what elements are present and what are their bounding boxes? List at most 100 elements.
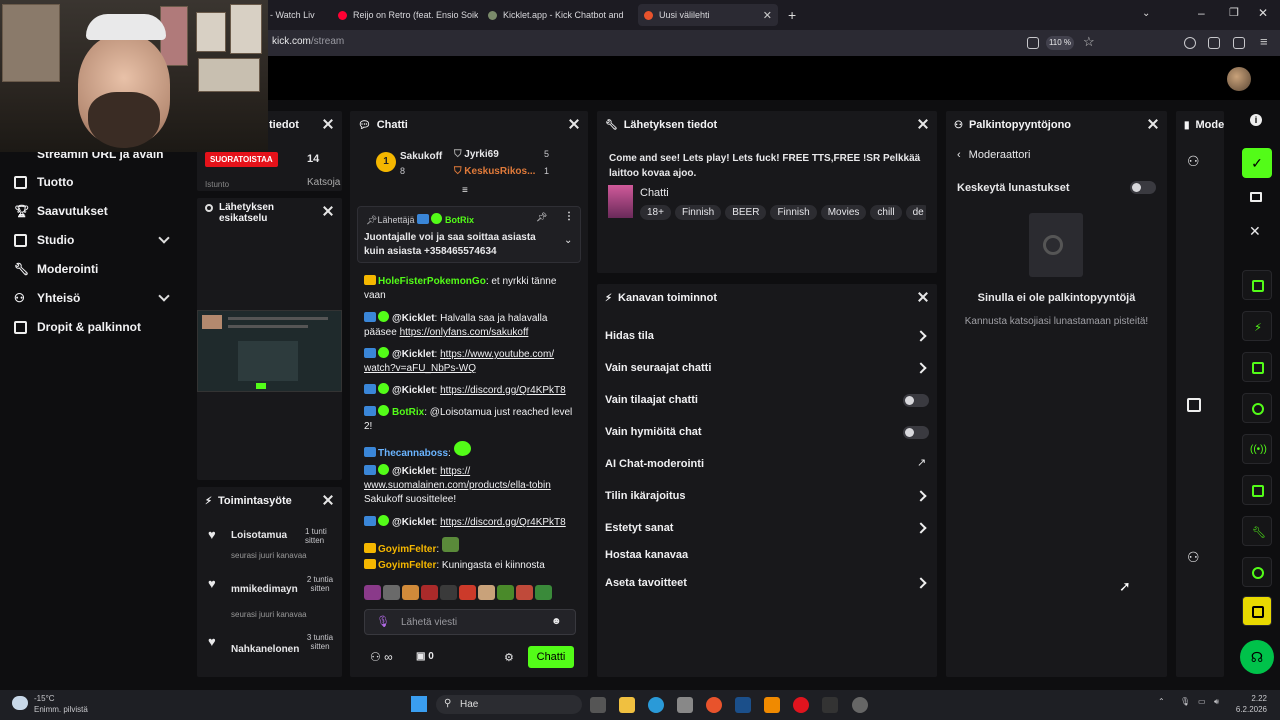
tray-chevron-icon[interactable]: ⌃ <box>1158 697 1165 706</box>
chat-username[interactable]: Thecannaboss <box>378 448 448 459</box>
collapse-icon[interactable]: ≡ <box>462 185 468 196</box>
maximize-icon[interactable]: ❐ <box>1229 6 1239 19</box>
url-field[interactable]: kick.com/stream <box>272 36 344 47</box>
close-icon[interactable] <box>568 118 580 130</box>
emote[interactable] <box>535 585 552 600</box>
network-icon[interactable]: ▭ <box>1198 697 1206 706</box>
sidebar-item-community[interactable]: ⚇ Yhteisö <box>14 288 80 308</box>
terminal-icon[interactable] <box>822 697 838 713</box>
moderation-tools-icon[interactable]: ⚇ ∞ <box>370 650 393 664</box>
rail-button-rewards[interactable] <box>1242 557 1272 587</box>
emoji-icon[interactable]: ☻ <box>551 616 562 627</box>
emote[interactable] <box>459 585 476 600</box>
action-slow-mode[interactable]: Hidas tila <box>605 330 929 342</box>
shield-icon[interactable] <box>1233 37 1245 49</box>
close-window-icon[interactable]: ✕ <box>1258 6 1268 20</box>
file-explorer-icon[interactable] <box>619 697 635 713</box>
close-icon[interactable] <box>917 118 929 130</box>
close-icon[interactable] <box>917 291 929 303</box>
rail-button-broadcast[interactable]: ((•)) <box>1242 434 1272 464</box>
rail-button-wrench[interactable]: 🔧︎ <box>1242 516 1272 546</box>
task-view-icon[interactable] <box>590 697 606 713</box>
sidebar-item-studio[interactable]: Studio <box>14 230 74 250</box>
browser-tab[interactable]: - Watch Liv <box>270 4 326 26</box>
emote[interactable] <box>383 585 400 600</box>
close-tab-icon[interactable]: ✕ <box>763 9 772 22</box>
emote-only-toggle[interactable] <box>903 426 929 439</box>
action-age-restriction[interactable]: Tilin ikärajoitus <box>605 490 686 502</box>
chat-username[interactable]: @Kicklet <box>392 385 435 396</box>
action-ai-moderation[interactable]: AI Chat-moderointi <box>605 458 704 470</box>
microphone-icon[interactable]: 🎙︎ <box>1180 697 1190 706</box>
clock-time[interactable]: 2.22 <box>1237 694 1267 703</box>
gifter-row[interactable]: ⛉ KeskusRikos... <box>454 166 535 177</box>
sidebar-item-drops[interactable]: Dropit & palkinnot <box>14 317 141 337</box>
back-nav[interactable]: ‹ Moderaattori <box>957 149 1030 161</box>
channel-points[interactable]: ▣ 0 <box>416 651 434 662</box>
chevron-down-icon[interactable] <box>158 290 170 302</box>
user-avatar[interactable] <box>1227 67 1251 91</box>
emote[interactable] <box>497 585 514 600</box>
tag-chip[interactable]: chill <box>870 205 902 220</box>
menu-icon[interactable]: ≡ <box>1260 34 1268 49</box>
subscribers-only-toggle[interactable] <box>903 394 929 407</box>
rail-button-chat[interactable] <box>1242 393 1272 423</box>
weather-desc[interactable]: Enimm. pilvistä <box>34 705 88 714</box>
tag-chip[interactable]: de <box>905 205 926 220</box>
external-link-icon[interactable]: ↗ <box>917 456 926 469</box>
tag-chip[interactable]: 18+ <box>640 205 671 220</box>
chevron-down-icon[interactable] <box>158 232 170 244</box>
emote[interactable] <box>516 585 533 600</box>
edge-icon[interactable] <box>648 697 664 713</box>
chat-link[interactable]: https://discord.gg/Qr4KPkT8 <box>440 385 566 396</box>
gifter-row[interactable]: ⛉ Jyrki69 <box>454 149 499 160</box>
chat-username[interactable]: GoyimFelter <box>378 544 436 555</box>
reader-view-icon[interactable] <box>1027 37 1039 49</box>
emote[interactable] <box>421 585 438 600</box>
stream-title[interactable]: Come and see! Lets play! Lets fuck! FREE… <box>609 151 927 181</box>
chat-input[interactable]: 🎙︎ Lähetä viesti ☻ <box>364 609 576 635</box>
activity-user[interactable]: Nahkanelonen <box>231 644 299 655</box>
close-icon[interactable] <box>322 118 334 130</box>
chat-link[interactable]: https://onlyfans.com/sakukoff <box>400 327 529 338</box>
tag-chip[interactable]: Movies <box>820 205 867 220</box>
info-icon[interactable]: i <box>1250 114 1262 126</box>
close-icon[interactable] <box>322 205 334 217</box>
microphone-icon[interactable]: 🎙︎ <box>376 615 390 628</box>
chevron-right-icon[interactable] <box>915 522 927 534</box>
chat-link[interactable]: https://discord.gg/Qr4KPkT8 <box>440 517 566 528</box>
activity-user[interactable]: Loisotamua <box>231 530 287 541</box>
chat-settings-icon[interactable]: ⚙ <box>504 651 514 664</box>
chevron-down-icon[interactable]: ⌄ <box>564 235 572 246</box>
chart-icon[interactable] <box>1187 398 1201 412</box>
weather-temp[interactable]: -15°C <box>34 694 55 703</box>
taskbar-search[interactable]: ⚲ Hae <box>436 695 582 714</box>
opera-icon[interactable] <box>793 697 809 713</box>
firefox-icon[interactable] <box>706 697 722 713</box>
close-icon[interactable]: ✕ <box>1249 223 1261 240</box>
chat-username[interactable]: @Kicklet <box>392 517 435 528</box>
store-icon[interactable] <box>677 697 693 713</box>
windows-start-icon[interactable] <box>411 696 427 712</box>
emote[interactable] <box>478 585 495 600</box>
clock-date[interactable]: 6.2.2026 <box>1229 705 1267 714</box>
user-management-icon[interactable]: ⚇ <box>1187 549 1200 566</box>
browser-tab[interactable]: Reijo on Retro (feat. Ensio Soik <box>338 4 478 26</box>
list-tabs-icon[interactable]: ⌄ <box>1142 8 1150 19</box>
account-icon[interactable] <box>1184 37 1196 49</box>
obs-icon[interactable] <box>852 697 868 713</box>
emote-row[interactable] <box>364 585 576 603</box>
sidebar-item-revenue[interactable]: Tuotto <box>14 172 73 192</box>
rail-button-clips[interactable] <box>1242 596 1272 626</box>
chevron-right-icon[interactable] <box>915 362 927 374</box>
minimize-icon[interactable]: – <box>1198 6 1205 20</box>
bookmark-star-icon[interactable]: ☆ <box>1083 34 1095 50</box>
zoom-indicator[interactable]: 110 % <box>1046 36 1074 50</box>
activity-user[interactable]: mmikedimayn <box>231 584 298 595</box>
pin-icon[interactable]: 📌︎ <box>536 212 547 223</box>
checklist-icon[interactable]: ✓ <box>1242 148 1272 178</box>
user-management-icon[interactable]: ⚇ <box>1187 153 1200 170</box>
chat-username[interactable]: @Kicklet <box>392 313 435 324</box>
vlc-icon[interactable] <box>764 697 780 713</box>
send-chat-button[interactable]: Chatti <box>528 646 574 668</box>
